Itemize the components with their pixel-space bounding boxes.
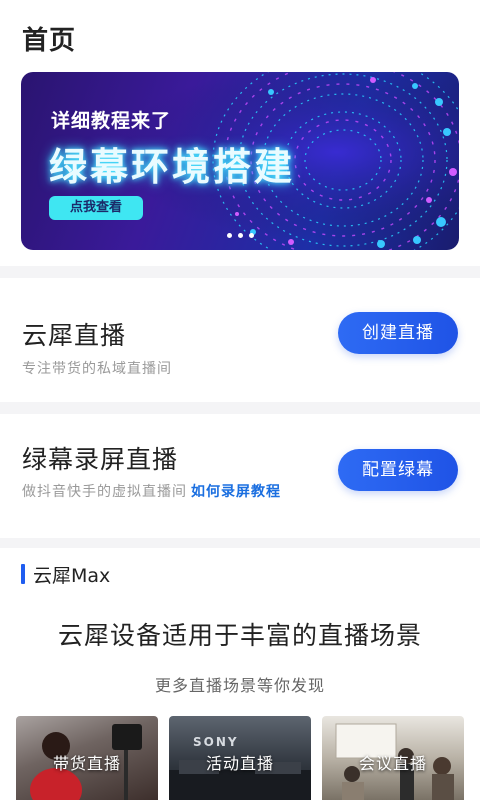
scene-card-event[interactable]: SONY 活动直播 bbox=[169, 716, 311, 800]
section-divider bbox=[0, 402, 480, 414]
card-yunxi-live[interactable]: 云犀直播 专注带货的私域直播间 创建直播 bbox=[0, 278, 480, 402]
scene-label: 活动直播 bbox=[205, 754, 274, 773]
banner-title: 绿幕环境搭建 bbox=[49, 145, 296, 189]
scene-list: 带货直播 SONY 活动直播 会议直播 bbox=[16, 716, 464, 800]
banner-subtitle: 详细教程来了 bbox=[51, 110, 172, 132]
card-subtitle-row: 做抖音快手的虚拟直播间 如何录屏教程 bbox=[22, 481, 281, 501]
banner-cta-button[interactable]: 点我查看 bbox=[49, 196, 143, 220]
card-subtitle: 专注带货的私域直播间 bbox=[22, 361, 172, 377]
carousel-dot[interactable] bbox=[248, 233, 254, 238]
card-greenscreen-live[interactable]: 绿幕录屏直播 做抖音快手的虚拟直播间 如何录屏教程 配置绿幕 bbox=[0, 414, 480, 538]
scene-label: 带货直播 bbox=[52, 754, 121, 773]
configure-greenscreen-button[interactable]: 配置绿幕 bbox=[338, 449, 458, 491]
carousel-indicator[interactable] bbox=[21, 223, 459, 242]
promo-banner[interactable]: 详细教程来了 绿幕环境搭建 点我查看 bbox=[21, 72, 459, 250]
card-subtitle: 做抖音快手的虚拟直播间 bbox=[22, 484, 187, 500]
scene-card-meeting[interactable]: 会议直播 bbox=[322, 716, 464, 800]
card-title: 云犀直播 bbox=[22, 321, 127, 350]
promo-subtitle: 更多直播场景等你发现 bbox=[154, 676, 325, 695]
header: 首页 bbox=[0, 0, 480, 68]
section-header: 云犀Max bbox=[0, 548, 480, 600]
carousel-dot[interactable] bbox=[226, 233, 232, 238]
promo-title: 云犀设备适用于丰富的直播场景 bbox=[57, 621, 422, 650]
banner-container: 详细教程来了 绿幕环境搭建 点我查看 bbox=[0, 68, 480, 250]
scene-label: 会议直播 bbox=[358, 754, 427, 773]
section-accent-bar bbox=[21, 564, 25, 584]
scene-card-ecommerce[interactable]: 带货直播 bbox=[16, 716, 158, 800]
card-title: 绿幕录屏直播 bbox=[22, 445, 179, 474]
section-divider bbox=[0, 266, 480, 278]
sony-logo: SONY bbox=[193, 735, 239, 749]
section-divider bbox=[0, 538, 480, 548]
section-label: 云犀Max bbox=[33, 565, 111, 587]
carousel-dot[interactable] bbox=[237, 233, 243, 238]
screen-record-tutorial-link[interactable]: 如何录屏教程 bbox=[191, 484, 281, 500]
create-live-button[interactable]: 创建直播 bbox=[338, 312, 458, 354]
page-title: 首页 bbox=[22, 26, 77, 56]
